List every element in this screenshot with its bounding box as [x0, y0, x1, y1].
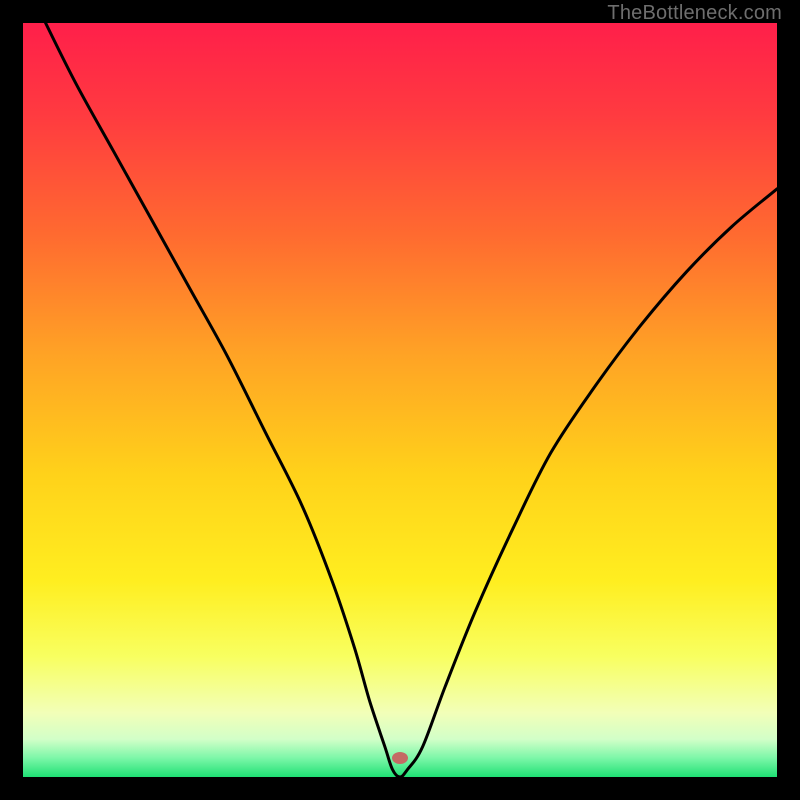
chart-frame: TheBottleneck.com: [0, 0, 800, 800]
gradient-background: [23, 23, 777, 777]
plot-area: [23, 23, 777, 777]
watermark-text: TheBottleneck.com: [607, 2, 782, 25]
optimal-point-marker: [392, 752, 408, 764]
